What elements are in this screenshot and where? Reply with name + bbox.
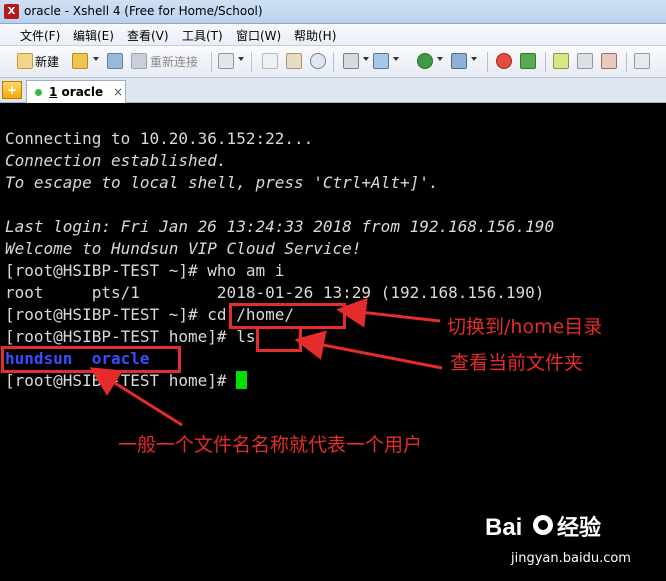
compose-icon[interactable] <box>601 53 617 69</box>
layout-icon[interactable] <box>553 53 569 69</box>
menu-edit[interactable]: 编辑(E) <box>73 27 114 44</box>
menu-file[interactable]: 文件(F) <box>20 27 60 44</box>
find-icon[interactable] <box>310 53 326 69</box>
terminal-line: Welcome to Hundsun VIP Cloud Service! <box>5 239 362 258</box>
script-icon[interactable] <box>520 53 536 69</box>
terminal-line: root pts/1 2018-01-26 13:29 (192.168.156… <box>5 283 545 302</box>
font-icon[interactable] <box>451 53 467 69</box>
paste-icon[interactable] <box>286 53 302 69</box>
toolbar-divider <box>626 52 627 72</box>
watermark-site: jingyan.baidu.com <box>511 551 631 566</box>
copy-icon[interactable] <box>262 53 278 69</box>
menu-help[interactable]: 帮助(H) <box>294 27 336 44</box>
xftp-icon[interactable] <box>496 53 512 69</box>
connected-status-icon <box>35 89 42 96</box>
annotation-view: 查看当前文件夹 <box>450 352 584 374</box>
ls-command: ls <box>236 327 256 346</box>
keyboard-icon[interactable] <box>634 53 650 69</box>
svg-text:经验: 经验 <box>557 515 601 540</box>
tab-label: 1 oracle <box>49 85 104 99</box>
session-tab-bar: + 1 oracle × <box>0 78 666 103</box>
properties-icon[interactable] <box>218 53 234 69</box>
terminal-line: [root@HSIBP-TEST ~]# who am i <box>5 261 285 280</box>
toolbar-divider <box>211 52 212 72</box>
toolbar-divider <box>251 52 252 72</box>
link-icon[interactable] <box>107 53 123 69</box>
toolbar-divider <box>333 52 334 72</box>
new-session-icon <box>17 53 33 69</box>
xshell-app-icon: X <box>4 4 19 19</box>
chevron-down-icon[interactable] <box>363 57 369 61</box>
lock-icon[interactable] <box>577 53 593 69</box>
toolbar: 新建 重新连接 <box>0 46 666 78</box>
new-button[interactable]: 新建 <box>35 52 59 72</box>
chevron-down-icon[interactable] <box>93 57 99 61</box>
tab-oracle[interactable]: 1 oracle × <box>26 80 126 103</box>
print-icon[interactable] <box>343 53 359 69</box>
open-folder-icon[interactable] <box>72 53 88 69</box>
globe-icon[interactable] <box>417 53 433 69</box>
listing-highlight-box <box>1 346 181 373</box>
menu-tools[interactable]: 工具(T) <box>182 27 223 44</box>
terminal-line: Last login: Fri Jan 26 13:24:33 2018 fro… <box>5 217 555 236</box>
add-tab-button[interactable]: + <box>2 81 22 99</box>
menu-window[interactable]: 窗口(W) <box>236 27 281 44</box>
annotation-switch: 切换到/home目录 <box>447 316 603 338</box>
close-icon[interactable]: × <box>113 85 123 99</box>
cursor <box>236 371 248 389</box>
chevron-down-icon[interactable] <box>393 57 399 61</box>
terminal-line-prompt: [root@HSIBP-TEST home]# <box>5 370 248 392</box>
svg-text:Bai: Bai <box>485 514 522 541</box>
transfer-icon[interactable] <box>373 53 389 69</box>
menu-view[interactable]: 查看(V) <box>127 27 169 44</box>
baidu-logo-icon: Bai 经验 <box>485 514 601 541</box>
window-title: oracle - Xshell 4 (Free for Home/School) <box>24 4 263 18</box>
menu-bar: 文件(F) 编辑(E) 查看(V) 工具(T) 窗口(W) 帮助(H) <box>0 24 666 46</box>
chevron-down-icon[interactable] <box>471 57 477 61</box>
toolbar-divider <box>545 52 546 72</box>
chevron-down-icon[interactable] <box>238 57 244 61</box>
terminal-line-ls: [root@HSIBP-TEST home]# ls <box>5 327 256 346</box>
ls-highlight-box <box>256 326 302 352</box>
terminal-line: To escape to local shell, press 'Ctrl+Al… <box>5 173 439 192</box>
annotation-user: 一般一个文件名名称就代表一个用户 <box>118 434 423 456</box>
reconnect-button[interactable]: 重新连接 <box>150 52 198 72</box>
terminal-line: Connecting to 10.20.36.152:22... <box>5 129 314 148</box>
title-bar: X oracle - Xshell 4 (Free for Home/Schoo… <box>0 0 666 24</box>
toolbar-divider <box>487 52 488 72</box>
reconnect-icon <box>131 53 147 69</box>
chevron-down-icon[interactable] <box>437 57 443 61</box>
terminal-line: Connection established. <box>5 151 227 170</box>
